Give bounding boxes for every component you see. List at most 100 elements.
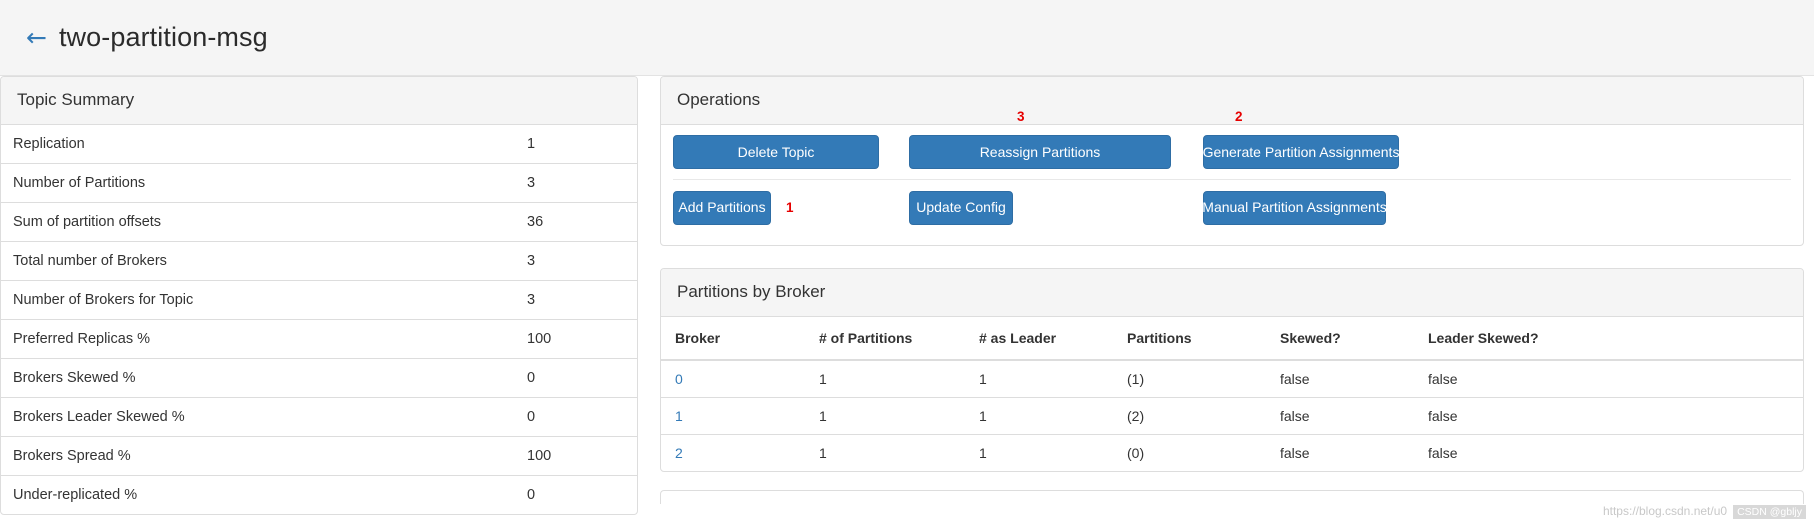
topic-summary-heading: Topic Summary [1,77,637,125]
skewed-cell: false [1266,397,1414,435]
reassign-partitions-slot: Reassign Partitions [909,135,1189,169]
broker-cell: 2 [661,434,805,471]
summary-value: 1 [527,136,536,152]
table-row: Sum of partition offsets 36 [1,202,637,242]
add-partitions-button[interactable]: Add Partitions [673,190,771,225]
operations-body: 3 2 Delete Topic Reassign Partitions Gen… [661,109,1803,245]
broker-cell: 1 [661,397,805,435]
partitions-by-broker-title: Partitions by Broker [677,282,826,301]
annotation-step-3: 3 [1017,109,1025,124]
summary-label: Brokers Skewed % [1,358,527,398]
num-partitions-cell: 1 [805,397,965,435]
reassign-partitions-button[interactable]: Reassign Partitions [909,135,1171,169]
partitions-by-broker-panel: Partitions by Broker Broker # of Partiti… [660,268,1804,472]
watermark-tag: CSDN @gbljy [1733,505,1806,519]
table-row: Number of Brokers for Topic 3 [1,280,637,320]
summary-label: Total number of Brokers [1,241,527,281]
leader-skewed-cell: false [1414,434,1803,471]
operations-title: Operations [677,90,761,109]
column-header-leader-skewed: Leader Skewed? [1414,317,1803,361]
summary-value: 0 [527,397,637,437]
column-header-partitions: Partitions [1113,317,1266,361]
summary-label: Brokers Leader Skewed % [1,397,527,437]
num-as-leader-cell: 1 [979,371,987,387]
num-partitions-cell: 1 [805,434,965,471]
operations-button-row-1: 3 2 Delete Topic Reassign Partitions Gen… [673,109,1791,179]
topic-summary-panel: Topic Summary Replication 1 Number of Pa… [0,76,638,515]
delete-topic-slot: Delete Topic [673,135,891,169]
summary-value: 100 [527,319,637,359]
update-config-slot: Update Config [909,190,1189,225]
partitions-by-broker-table: Broker # of Partitions # as Leader Parti… [661,317,1803,471]
page-body: Topic Summary Replication 1 Number of Pa… [0,76,1814,521]
annotation-step-1: 1 [786,199,794,215]
partitions-cell: (2) [1113,397,1266,435]
topic-summary-table: Replication 1 Number of Partitions 3 Sum… [1,125,637,514]
delete-topic-button[interactable]: Delete Topic [673,135,879,169]
table-row: Brokers Skewed % 0 [1,358,637,398]
topic-summary-title: Topic Summary [17,90,135,109]
left-column: Topic Summary Replication 1 Number of Pa… [0,76,638,515]
table-header-row: Broker # of Partitions # as Leader Parti… [661,317,1803,361]
page-header: ← two-partition-msg [0,0,1814,76]
broker-link[interactable]: 2 [675,445,683,461]
manual-partition-assignments-button[interactable]: Manual Partition Assignments [1202,190,1387,225]
table-row: 1 1 1 (2) false false [661,397,1803,435]
broker-link[interactable]: 0 [675,371,683,387]
add-partitions-slot: Add Partitions 1 [673,190,891,225]
operations-panel: Operations 3 2 Delete Topic Reassign Par… [660,76,1804,246]
manual-partition-assignments-slot: Manual Partition Assignments [1202,190,1403,225]
generate-partition-assignments-slot: Generate Partition Assignments [1203,135,1403,169]
leader-skewed-cell: false [1428,371,1458,387]
summary-value: 0 [527,358,637,398]
summary-label: Sum of partition offsets [1,202,527,242]
table-row: 0 1 1 (1) false false [661,360,1803,398]
summary-value: 0 [527,475,637,514]
table-row: Preferred Replicas % 100 [1,319,637,359]
table-row: Under-replicated % 0 [1,475,637,514]
summary-value: 3 [527,241,637,281]
summary-label: Replication [13,136,85,152]
summary-value: 3 [527,280,637,320]
update-config-button[interactable]: Update Config [909,190,1013,225]
table-row: Brokers Leader Skewed % 0 [1,397,637,437]
partitions-cell: (1) [1127,371,1145,387]
next-panel-stub [660,490,1804,504]
table-row: Brokers Spread % 100 [1,436,637,476]
partitions-by-broker-heading: Partitions by Broker [661,269,1803,317]
watermark-url: https://blog.csdn.net/u0 [1602,504,1728,518]
num-as-leader-cell: 1 [965,397,1113,435]
table-row: Number of Partitions 3 [1,163,637,203]
column-header-num-partitions: # of Partitions [805,317,965,361]
partitions-cell: (0) [1113,434,1266,471]
summary-label: Number of Partitions [1,163,527,203]
column-header-num-as-leader: # as Leader [965,317,1113,361]
generate-partition-assignments-button[interactable]: Generate Partition Assignments [1203,135,1399,169]
num-partitions-cell: 1 [819,371,827,387]
skewed-cell: false [1280,371,1310,387]
summary-label: Under-replicated % [1,475,527,514]
annotation-step-2: 2 [1235,109,1243,124]
summary-label: Brokers Spread % [1,436,527,476]
right-column: Operations 3 2 Delete Topic Reassign Par… [660,76,1814,504]
operations-heading: Operations [661,77,1803,125]
arrow-left-icon[interactable]: ← [26,25,47,50]
leader-skewed-cell: false [1414,397,1803,435]
column-header-skewed: Skewed? [1266,317,1414,361]
operations-button-row-2: Add Partitions 1 Update Config Manual Pa… [673,179,1791,235]
skewed-cell: false [1266,434,1414,471]
broker-cell: 0 [661,360,805,398]
summary-label: Number of Brokers for Topic [1,280,527,320]
summary-value: 100 [527,436,637,476]
table-row: Replication 1 [1,125,637,164]
summary-label: Preferred Replicas % [1,319,527,359]
page-title: two-partition-msg [58,22,268,52]
column-header-broker: Broker [661,317,805,361]
num-as-leader-cell: 1 [965,434,1113,471]
table-row: Total number of Brokers 3 [1,241,637,281]
broker-link[interactable]: 1 [675,408,683,424]
table-row: 2 1 1 (0) false false [661,434,1803,471]
watermark: https://blog.csdn.net/u0 CSDN @gbljy [1602,504,1806,519]
summary-value: 3 [527,163,637,203]
summary-value: 36 [527,202,637,242]
